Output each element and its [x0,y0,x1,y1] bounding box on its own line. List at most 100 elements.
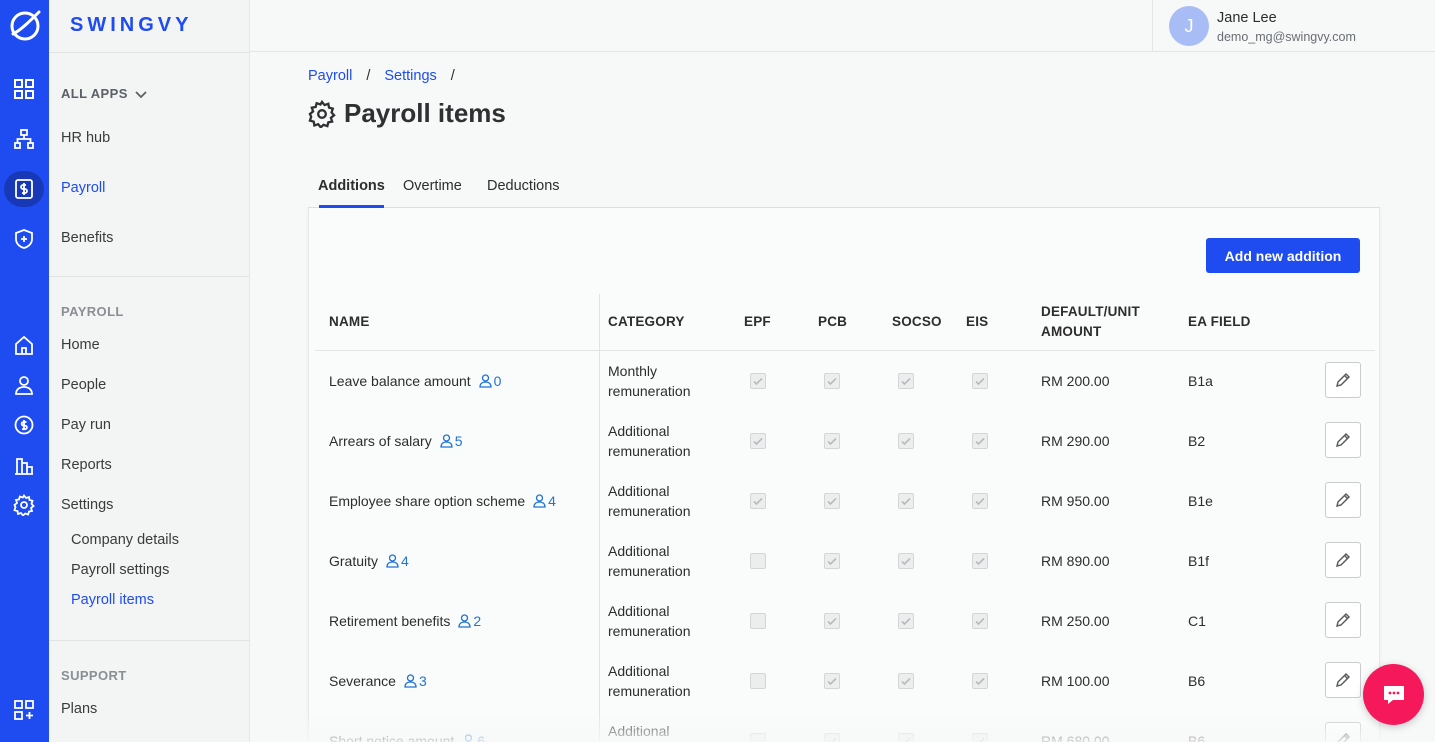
category-line2: remuneration [608,623,691,639]
sidebar-item-hr-hub[interactable]: HR hub [61,130,110,146]
employee-count-link[interactable]: 3 [404,671,427,691]
settings-gear-icon[interactable] [4,487,44,523]
check-icon [753,377,763,386]
socso-checkbox [898,733,914,742]
ea-field: B6 [1188,673,1206,689]
edit-button[interactable] [1325,362,1361,398]
org-chart-icon[interactable] [4,121,44,157]
top-bar: J Jane Lee demo_mg@swingvy.com [250,0,1435,52]
plans-grid-plus-icon[interactable] [4,692,44,728]
tab-deductions[interactable]: Deductions [487,178,560,194]
check-icon [975,677,985,686]
payroll-dollar-icon[interactable] [4,171,44,207]
tab-overtime[interactable]: Overtime [403,178,462,194]
sidebar-item-payroll[interactable]: Payroll [61,180,105,196]
edit-button[interactable] [1325,662,1361,698]
th-default-amount-line1: DEFAULT/UNIT [1041,304,1140,319]
tab-bar: Additions Overtime Deductions [308,170,1380,208]
th-default-amount[interactable]: DEFAULT/UNIT AMOUNT [1041,302,1140,342]
default-amount: RM 890.00 [1041,553,1110,569]
pcb-checkbox [824,493,840,509]
default-amount: RM 290.00 [1041,433,1110,449]
table-row: Retirement benefits 2 Additional remunerati… [315,591,1375,651]
benefits-shield-icon[interactable] [4,221,44,257]
socso-checkbox [898,613,914,629]
employee-count-link[interactable]: 4 [386,551,409,571]
home-icon[interactable] [4,327,44,363]
table-row: Short notice amount 6 Additionalremunerati… [315,711,1375,742]
default-amount: RM 100.00 [1041,673,1110,689]
avatar[interactable]: J [1169,6,1209,46]
employee-count-link[interactable]: 6 [462,731,485,742]
item-name-cell: Employee share option scheme 4 [329,491,556,511]
category-cell: Additional remuneration [608,541,728,581]
th-socso[interactable]: SOCSO [892,312,942,332]
employee-count: 0 [493,373,502,389]
item-name: Short notice amount [329,733,455,742]
th-pcb[interactable]: PCB [818,312,847,332]
sidebar-item-benefits[interactable]: Benefits [61,230,113,246]
ea-field: B2 [1188,433,1206,449]
category-line1: Additional [608,483,670,499]
add-new-addition-button[interactable]: Add new addition [1206,238,1360,273]
employee-count-link[interactable]: 4 [533,491,556,511]
sidebar-subitem-payroll-items[interactable]: Payroll items [71,592,154,608]
edit-button[interactable] [1325,542,1361,578]
edit-button[interactable] [1325,422,1361,458]
apps-grid-icon[interactable] [4,71,44,107]
breadcrumb-payroll[interactable]: Payroll [308,68,352,84]
breadcrumb-settings[interactable]: Settings [384,68,436,84]
edit-button[interactable] [1325,602,1361,638]
edit-button[interactable] [1325,482,1361,518]
check-icon [827,617,837,626]
sidebar-item-reports[interactable]: Reports [61,457,112,473]
employee-count: 4 [548,493,556,509]
swingvy-logo-icon[interactable] [7,8,43,44]
category-line1: Monthly [608,363,658,379]
socso-checkbox [898,493,914,509]
employee-count: 5 [454,433,463,449]
pencil-icon [1335,672,1351,688]
check-icon [827,377,837,386]
employee-count-link[interactable]: 0 [479,371,502,391]
check-icon [827,557,837,566]
default-amount: RM 680.00 [1041,733,1110,742]
category-line1: Additional [608,603,670,619]
brand-wordmark[interactable]: SWINGVY [70,14,192,37]
th-category[interactable]: CATEGORY [608,312,685,332]
check-icon [975,497,985,506]
default-amount: RM 250.00 [1041,613,1110,629]
pencil-icon [1335,372,1351,388]
sidebar-subitem-company-details[interactable]: Company details [71,532,179,548]
edit-button[interactable] [1325,722,1361,742]
sidebar-item-pay-run[interactable]: Pay run [61,417,111,433]
pcb-checkbox [824,433,840,449]
chat-button[interactable] [1363,664,1424,725]
payrun-coin-icon[interactable] [4,407,44,443]
person-outline-icon [479,374,492,388]
user-menu[interactable]: J Jane Lee demo_mg@swingvy.com [1152,0,1435,52]
th-epf[interactable]: EPF [744,312,771,332]
category-line1: Additional [608,543,670,559]
breadcrumb-separator: / [450,68,455,84]
employee-count-link[interactable]: 5 [440,431,463,451]
person-icon[interactable] [4,367,44,403]
pencil-icon [1335,432,1351,448]
check-icon [975,437,985,446]
tab-additions[interactable]: Additions [318,178,385,194]
sidebar-item-settings[interactable]: Settings [61,497,113,513]
sidebar-item-plans[interactable]: Plans [61,701,97,717]
all-apps-toggle[interactable]: ALL APPS [61,86,148,101]
sidebar-subitem-payroll-settings[interactable]: Payroll settings [71,562,169,578]
sidebar-item-people[interactable]: People [61,377,106,393]
item-name-cell: Gratuity 4 [329,551,409,571]
sidebar-item-home[interactable]: Home [61,337,100,353]
th-name[interactable]: NAME [329,312,370,332]
employee-count-link[interactable]: 2 [458,611,481,631]
payroll-items-card: Add new addition NAME CATEGORY EPF PCB S… [308,208,1380,742]
reports-chart-icon[interactable] [4,447,44,483]
th-eis[interactable]: EIS [966,312,988,332]
th-ea-field[interactable]: EA FIELD [1188,312,1251,332]
epf-checkbox [750,553,766,569]
table-row: Employee share option scheme 4 Additional r… [315,471,1375,531]
